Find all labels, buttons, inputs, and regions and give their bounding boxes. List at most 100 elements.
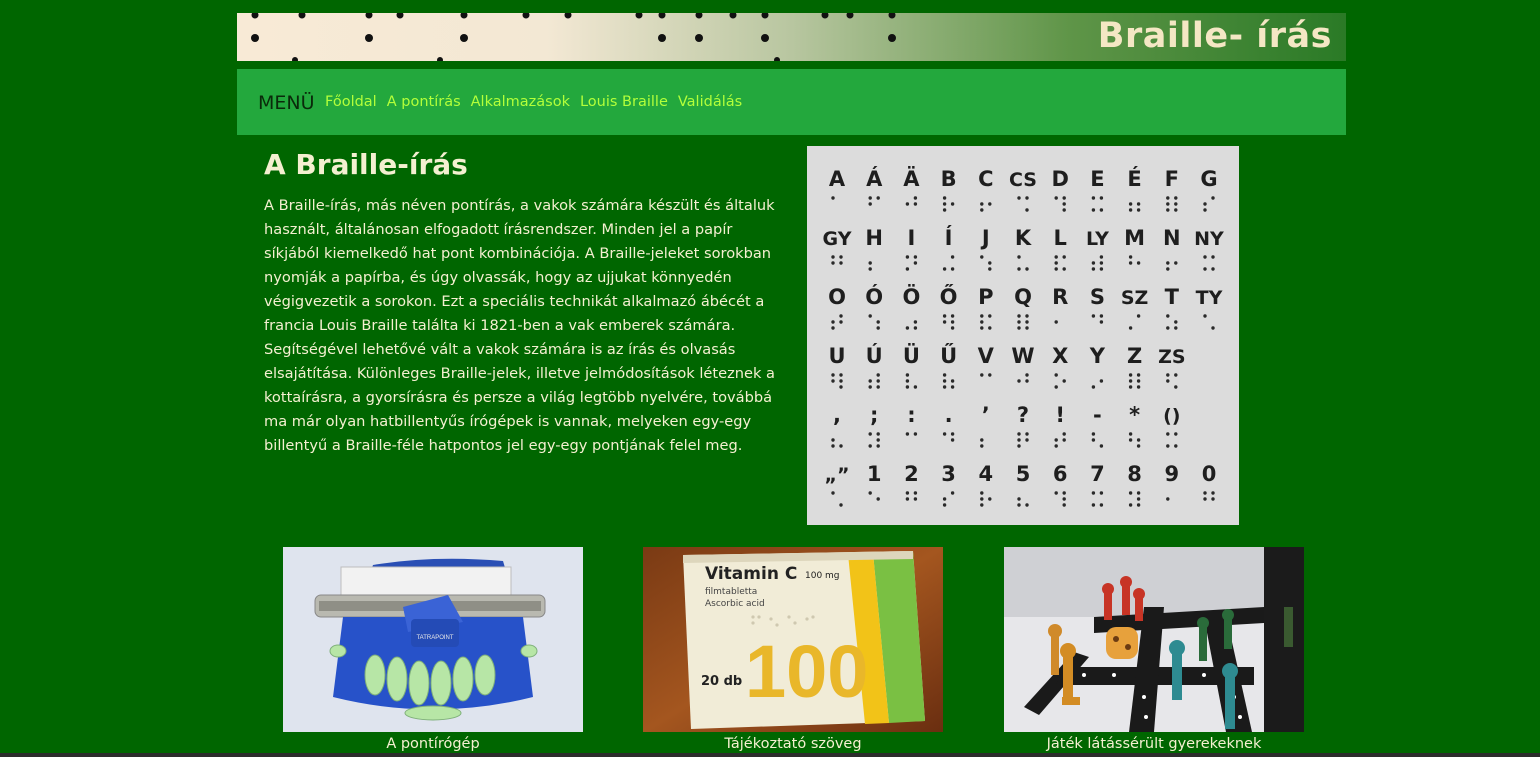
braille-dot — [1166, 432, 1170, 436]
braille-dot — [913, 202, 918, 206]
braille-dot — [1062, 208, 1066, 212]
braille-dot — [1054, 320, 1058, 324]
braille-letter-label: U — [828, 344, 845, 368]
braille-dot — [942, 267, 947, 271]
braille-dot — [868, 491, 872, 495]
braille-letter-label: Í — [945, 225, 953, 250]
braille-dot — [1166, 444, 1170, 448]
braille-dot — [1091, 261, 1096, 265]
braille-dot — [950, 320, 955, 324]
braille-dot — [1203, 491, 1207, 495]
braille-dot — [1136, 491, 1141, 495]
braille-dot — [1017, 326, 1021, 330]
braille-dot — [1062, 432, 1066, 436]
braille-dot — [1166, 267, 1170, 271]
braille-dot — [831, 261, 835, 265]
braille-dot — [876, 444, 880, 448]
braille-letter-label: CS — [1009, 169, 1037, 191]
braille-dot — [831, 373, 835, 377]
braille-dot — [905, 432, 910, 436]
braille-dot — [1091, 438, 1096, 442]
braille-dot — [1025, 326, 1029, 330]
nav-link-home[interactable]: Főoldal — [325, 94, 377, 110]
braille-dot — [1025, 320, 1029, 324]
braille-dot — [950, 438, 955, 442]
braille-letter-label: H — [865, 226, 883, 250]
braille-dot — [1025, 373, 1029, 377]
braille-dot — [868, 202, 872, 206]
vitamin-subtitle: filmtabletta — [705, 587, 757, 597]
braille-dot — [1099, 255, 1104, 259]
braille-dot — [1017, 379, 1021, 383]
braille-dot — [1136, 202, 1141, 206]
site-title: Braille- írás — [1097, 16, 1332, 56]
braille-dot — [1166, 326, 1170, 330]
braille-dot — [1062, 196, 1066, 200]
braille-letter-label: G — [1200, 167, 1217, 191]
braille-dot — [942, 497, 947, 501]
braille-dot — [1136, 444, 1141, 448]
braille-letter-label: M — [1124, 226, 1145, 250]
nav-link-pontiras[interactable]: A pontírás — [387, 94, 461, 110]
braille-dot — [913, 385, 918, 389]
braille-dot — [1017, 267, 1021, 271]
braille-letter-label: J — [980, 226, 990, 250]
braille-letter-label: SZ — [1121, 287, 1148, 309]
braille-letter-label: Q — [1014, 285, 1032, 309]
braille-dot — [980, 202, 984, 206]
nav-link-validation[interactable]: Validálás — [678, 94, 742, 110]
braille-dot — [905, 385, 910, 389]
braille-dot — [876, 320, 880, 324]
braille-letter-label: P — [978, 285, 993, 309]
braille-dot — [1054, 261, 1058, 265]
braille-dot — [876, 385, 880, 389]
braille-dot — [1136, 208, 1141, 212]
braille-dot — [1062, 267, 1066, 271]
braille-dot — [1017, 255, 1021, 259]
braille-letter-label: * — [1129, 403, 1140, 427]
braille-dot — [905, 326, 910, 330]
braille-letter-label: 2 — [904, 462, 919, 486]
nav-link-louis-braille[interactable]: Louis Braille — [580, 94, 668, 110]
braille-letter-label: Ä — [903, 166, 920, 191]
braille-letter-label: F — [1165, 167, 1179, 191]
braille-dot — [876, 432, 880, 436]
braille-dot — [1166, 314, 1170, 318]
braille-letter-label: E — [1090, 167, 1104, 191]
braille-dots-decoration — [251, 13, 896, 61]
braille-dot — [1166, 196, 1170, 200]
braille-dot — [831, 255, 835, 259]
braille-letter-label: LY — [1086, 228, 1109, 250]
braille-dot — [1174, 202, 1178, 206]
braille-dot — [1174, 261, 1178, 265]
braille-dot — [1136, 385, 1141, 389]
nav-link-applications[interactable]: Alkalmazások — [471, 94, 570, 110]
braille-dot — [831, 379, 835, 383]
braille-dot — [1174, 208, 1178, 212]
braille-dot — [1136, 503, 1141, 507]
braille-dot — [839, 503, 843, 507]
braille-dot — [1136, 438, 1141, 442]
braille-dot — [1091, 503, 1096, 507]
braille-dot — [839, 373, 843, 377]
braille-dot — [1062, 503, 1066, 507]
braille-dot — [1025, 432, 1029, 436]
braille-dot — [1062, 379, 1066, 383]
braille-dot — [988, 267, 992, 271]
braille-letter-label: A — [829, 167, 846, 191]
braille-dot — [980, 438, 984, 442]
braille-dot — [839, 379, 843, 383]
braille-letter-label: 7 — [1090, 462, 1105, 486]
braille-dot — [876, 373, 880, 377]
braille-dot — [1017, 438, 1021, 442]
braille-letter-label: K — [1015, 226, 1032, 250]
vitamin-label: Vitamin C — [705, 564, 797, 584]
braille-dot — [988, 202, 992, 206]
braille-dot — [1054, 385, 1058, 389]
braille-dot — [988, 497, 992, 501]
braille-dot — [1025, 196, 1029, 200]
braille-dot — [1017, 314, 1021, 318]
braille-dot — [1099, 196, 1104, 200]
braille-letter-label: Ű — [940, 343, 957, 368]
braille-dot — [980, 497, 984, 501]
